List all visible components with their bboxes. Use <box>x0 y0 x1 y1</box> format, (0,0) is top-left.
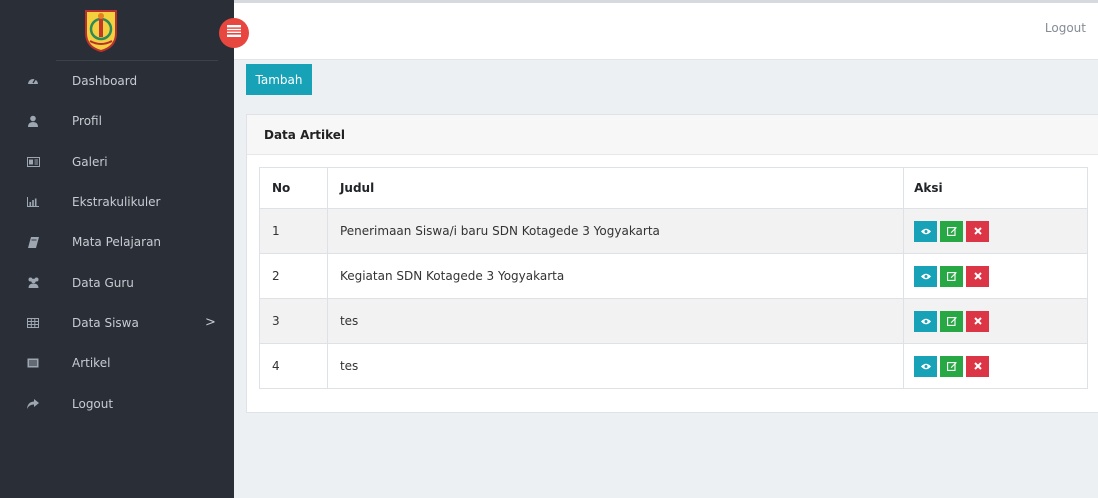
table-row: 4 tes <box>259 343 1088 389</box>
article-card: Data Artikel No Judul Aksi 1 Penerimaan … <box>246 114 1098 413</box>
cell-no: 3 <box>259 298 328 344</box>
cell-judul: Penerimaan Siswa/i baru SDN Kotagede 3 Y… <box>326 208 905 254</box>
sidebar-item-data-guru[interactable]: Data Guru <box>0 262 234 302</box>
delete-button[interactable] <box>966 310 990 332</box>
sidebar-item-label: Dashboard <box>72 74 138 89</box>
book-icon <box>26 235 40 249</box>
cell-no: 2 <box>259 253 328 299</box>
sidebar-item-label: Profil <box>72 114 102 129</box>
cell-no: 4 <box>259 343 328 389</box>
view-button[interactable] <box>914 310 938 332</box>
cell-no: 1 <box>259 208 328 254</box>
cell-actions <box>903 298 1088 344</box>
sidebar-item-dashboard[interactable]: Dashboard <box>0 61 234 101</box>
view-button[interactable] <box>914 265 938 287</box>
add-article-button[interactable]: Tambah <box>246 64 312 95</box>
gallery-icon <box>26 155 40 169</box>
table-row: 1 Penerimaan Siswa/i baru SDN Kotagede 3… <box>259 208 1088 254</box>
column-header-judul: Judul <box>326 167 905 209</box>
menu-icon <box>227 25 241 41</box>
user-icon <box>26 114 40 128</box>
table-row: 2 Kegiatan SDN Kotagede 3 Yogyakarta <box>259 253 1088 299</box>
sidebar-item-label: Mata Pelajaran <box>72 235 162 250</box>
card-title: Data Artikel <box>247 115 1098 155</box>
newspaper-icon <box>26 356 40 370</box>
edit-button[interactable] <box>940 310 964 332</box>
delete-button[interactable] <box>966 355 990 377</box>
sidebar-item-label: Data Siswa <box>72 315 139 330</box>
sidebar-item-artikel[interactable]: Artikel <box>0 343 234 383</box>
close-icon <box>973 362 982 370</box>
article-table: No Judul Aksi 1 Penerimaan Siswa/i baru … <box>259 167 1088 389</box>
delete-button[interactable] <box>966 265 990 287</box>
sidebar-item-mata-pelajaran[interactable]: Mata Pelajaran <box>0 222 234 262</box>
close-icon <box>973 227 982 235</box>
chevron-right-icon: > <box>205 315 216 331</box>
edit-icon <box>946 272 957 281</box>
edit-button[interactable] <box>940 220 964 242</box>
edit-icon <box>946 227 957 236</box>
eye-icon <box>920 273 931 279</box>
top-navbar: Logout <box>234 0 1098 60</box>
sidebar-item-galeri[interactable]: Galeri <box>0 142 234 182</box>
table-row: 3 tes <box>259 298 1088 344</box>
sidebar: Dashboard Profil Galeri Ekstrakulikuler … <box>0 0 234 498</box>
cell-actions <box>903 253 1088 299</box>
cell-judul: Kegiatan SDN Kotagede 3 Yogyakarta <box>326 253 905 299</box>
edit-icon <box>946 317 957 326</box>
sidebar-nav: Dashboard Profil Galeri Ekstrakulikuler … <box>0 61 234 424</box>
sidebar-item-profil[interactable]: Profil <box>0 101 234 141</box>
sidebar-item-label: Data Guru <box>72 275 134 290</box>
edit-button[interactable] <box>940 355 964 377</box>
sidebar-item-label: Logout <box>72 396 114 411</box>
eye-icon <box>920 228 931 234</box>
cell-actions <box>903 343 1088 389</box>
cell-actions <box>903 208 1088 254</box>
sidebar-item-label: Galeri <box>72 154 108 169</box>
sidebar-item-label: Artikel <box>72 356 111 371</box>
sidebar-item-ekstrakulikuler[interactable]: Ekstrakulikuler <box>0 182 234 222</box>
eye-icon <box>920 318 931 324</box>
delete-button[interactable] <box>966 220 990 242</box>
view-button[interactable] <box>914 355 938 377</box>
table-icon <box>26 316 40 330</box>
sidebar-item-label: Ekstrakulikuler <box>72 195 161 210</box>
users-icon <box>26 276 40 290</box>
sidebar-item-logout[interactable]: Logout <box>0 383 234 423</box>
close-icon <box>973 272 982 280</box>
cell-judul: tes <box>326 298 905 344</box>
edit-button[interactable] <box>940 265 964 287</box>
logout-link[interactable]: Logout <box>1045 21 1086 35</box>
table-header-row: No Judul Aksi <box>259 167 1088 209</box>
dashboard-icon <box>26 74 40 88</box>
column-header-aksi: Aksi <box>903 167 1088 209</box>
share-icon <box>26 397 40 411</box>
view-button[interactable] <box>914 220 938 242</box>
school-logo[interactable] <box>84 7 118 53</box>
sidebar-item-data-siswa[interactable]: Data Siswa > <box>0 303 234 343</box>
close-icon <box>973 317 982 325</box>
eye-icon <box>920 363 931 369</box>
cell-judul: tes <box>326 343 905 389</box>
bar-chart-icon <box>26 195 40 209</box>
menu-toggle-button[interactable] <box>219 18 249 48</box>
edit-icon <box>946 362 957 371</box>
column-header-no: No <box>259 167 328 209</box>
